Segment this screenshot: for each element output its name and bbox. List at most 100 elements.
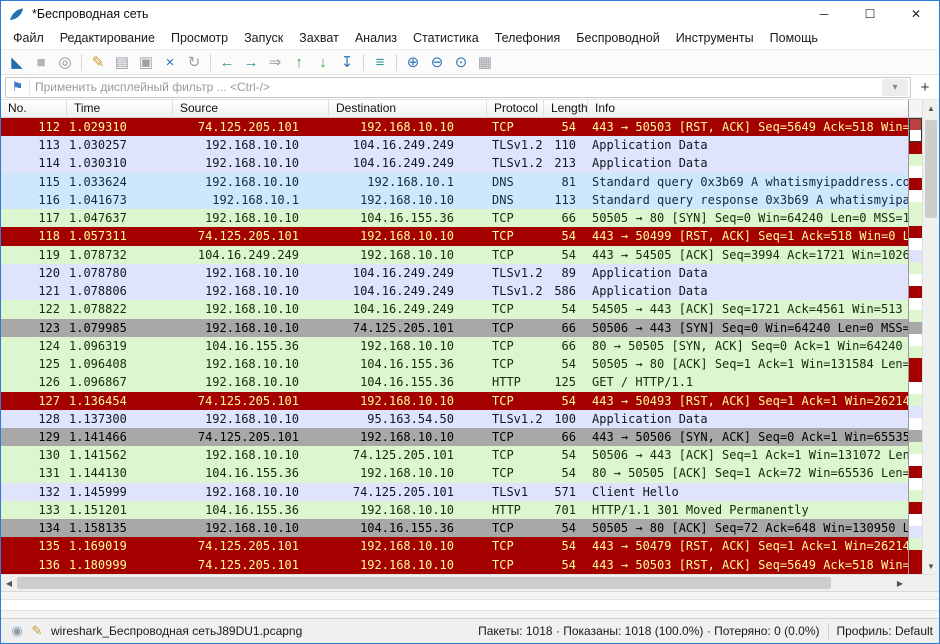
display-filter-box[interactable]: ⚑ ▾: [5, 77, 911, 98]
packet-row[interactable]: 1211.078806192.168.10.10104.16.249.249TL…: [1, 282, 908, 300]
zoom-in-icon[interactable]: ⊕: [401, 51, 425, 73]
packet-row[interactable]: 1131.030257192.168.10.10104.16.249.249TL…: [1, 136, 908, 154]
column-header-destination[interactable]: Destination: [329, 100, 487, 117]
packet-row[interactable]: 1191.078732104.16.249.249192.168.10.10TC…: [1, 246, 908, 264]
packet-row[interactable]: 1251.096408192.168.10.10104.16.155.36TCP…: [1, 355, 908, 373]
horizontal-scrollbar[interactable]: ◀ ▶: [1, 574, 908, 591]
cell-length: 125: [544, 373, 588, 391]
column-header-time[interactable]: Time: [67, 100, 173, 117]
cell-protocol: TLSv1.2: [487, 154, 544, 172]
packet-row[interactable]: 1321.145999192.168.10.1074.125.205.101TL…: [1, 483, 908, 501]
packet-row[interactable]: 1351.16901974.125.205.101192.168.10.10TC…: [1, 537, 908, 555]
colorize-icon[interactable]: ≡: [368, 51, 392, 73]
go-back-icon[interactable]: ←: [215, 51, 239, 73]
filter-expression-dropdown-icon[interactable]: ▾: [882, 79, 908, 96]
column-header-source[interactable]: Source: [173, 100, 329, 117]
cell-time: 1.158135: [67, 519, 173, 537]
capture-comment-icon[interactable]: ✎: [27, 623, 47, 639]
vertical-scroll-thumb[interactable]: [925, 120, 937, 218]
menu-item[interactable]: Анализ: [347, 29, 405, 47]
maximize-button[interactable]: ☐: [847, 1, 893, 27]
packet-row[interactable]: 1151.033624192.168.10.10192.168.10.1DNS8…: [1, 173, 908, 191]
pane-splitter[interactable]: [1, 599, 939, 611]
packet-row[interactable]: 1121.02931074.125.205.101192.168.10.10TC…: [1, 118, 908, 136]
capture-options-icon[interactable]: ◎: [53, 51, 77, 73]
add-filter-button[interactable]: +: [915, 77, 935, 97]
packet-row[interactable]: 1161.041673192.168.10.1192.168.10.10DNS1…: [1, 191, 908, 209]
go-forward-icon[interactable]: →: [239, 51, 263, 73]
packet-row[interactable]: 1171.047637192.168.10.10104.16.155.36TCP…: [1, 209, 908, 227]
column-header-length[interactable]: Length: [544, 100, 588, 117]
packet-row[interactable]: 1271.13645474.125.205.101192.168.10.10TC…: [1, 392, 908, 410]
go-to-packet-icon[interactable]: ⇒: [263, 51, 287, 73]
packet-row[interactable]: 1141.030310192.168.10.10104.16.249.249TL…: [1, 154, 908, 172]
packet-row[interactable]: 1311.144130104.16.155.36192.168.10.10TCP…: [1, 464, 908, 482]
menu-item[interactable]: Файл: [5, 29, 52, 47]
cell-time: 1.180999: [67, 556, 173, 574]
minimap-view-indicator[interactable]: [909, 118, 922, 142]
save-file-icon[interactable]: ▣: [134, 51, 158, 73]
packet-row[interactable]: 1291.14146674.125.205.101192.168.10.10TC…: [1, 428, 908, 446]
packet-row[interactable]: 1221.078822192.168.10.10104.16.249.249TC…: [1, 300, 908, 318]
packet-row[interactable]: 1341.158135192.168.10.10104.16.155.36TCP…: [1, 519, 908, 537]
packet-row[interactable]: 1201.078780192.168.10.10104.16.249.249TL…: [1, 264, 908, 282]
intelligent-scrollbar-minimap[interactable]: [908, 100, 922, 574]
toolbar-separator: [363, 54, 364, 71]
menu-item[interactable]: Инструменты: [668, 29, 762, 47]
expert-info-icon[interactable]: ◉: [7, 623, 27, 639]
menu-item[interactable]: Просмотр: [163, 29, 236, 47]
profile-selector[interactable]: Профиль: Default: [837, 624, 934, 638]
cell-destination: 192.168.10.10: [329, 337, 487, 355]
horizontal-scroll-groove[interactable]: [17, 575, 892, 591]
resize-columns-icon[interactable]: ▦: [473, 51, 497, 73]
scroll-left-icon[interactable]: ◀: [1, 575, 17, 591]
display-filter-input[interactable]: [30, 80, 882, 94]
minimap-stripes[interactable]: [909, 118, 922, 574]
cell-no: 136: [1, 556, 67, 574]
cell-info: Application Data: [588, 136, 908, 154]
packet-row[interactable]: 1181.05731174.125.205.101192.168.10.10TC…: [1, 227, 908, 245]
last-packet-icon[interactable]: ↓: [311, 51, 335, 73]
packet-row[interactable]: 1241.096319104.16.155.36192.168.10.10TCP…: [1, 337, 908, 355]
menu-item[interactable]: Захват: [291, 29, 347, 47]
packet-row[interactable]: 1281.137300192.168.10.1095.163.54.50TLSv…: [1, 410, 908, 428]
column-header-protocol[interactable]: Protocol: [487, 100, 544, 117]
packet-row[interactable]: 1301.141562192.168.10.1074.125.205.101TC…: [1, 446, 908, 464]
packet-row[interactable]: 1331.151201104.16.155.36192.168.10.10HTT…: [1, 501, 908, 519]
packet-row[interactable]: 1261.096867192.168.10.10104.16.155.36HTT…: [1, 373, 908, 391]
zoom-original-icon[interactable]: ⊙: [449, 51, 473, 73]
first-packet-icon[interactable]: ↑: [287, 51, 311, 73]
cell-time: 1.141562: [67, 446, 173, 464]
scroll-up-icon[interactable]: ▲: [923, 100, 939, 116]
close-file-icon[interactable]: ×: [158, 51, 182, 73]
cell-length: 54: [544, 556, 588, 574]
menu-item[interactable]: Запуск: [236, 29, 291, 47]
cell-info: 80 → 50505 [SYN, ACK] Seq=0 Ack=1 Win=64…: [588, 337, 908, 355]
horizontal-scroll-thumb[interactable]: [17, 577, 831, 589]
auto-scroll-icon[interactable]: ↧: [335, 51, 359, 73]
menu-item[interactable]: Телефония: [487, 29, 569, 47]
menu-item[interactable]: Беспроводной: [568, 29, 667, 47]
column-header-info[interactable]: Info: [588, 100, 908, 117]
reload-file-icon[interactable]: ↻: [182, 51, 206, 73]
start-capture-icon[interactable]: ◣: [5, 51, 29, 73]
capture-note-icon[interactable]: ✎: [86, 51, 110, 73]
filter-bookmark-icon[interactable]: ⚑: [6, 79, 30, 95]
menu-item[interactable]: Статистика: [405, 29, 487, 47]
scroll-down-icon[interactable]: ▼: [923, 558, 939, 574]
vertical-scrollbar[interactable]: ▲ ▼: [922, 100, 939, 574]
packet-row[interactable]: 1361.18099974.125.205.101192.168.10.10TC…: [1, 556, 908, 574]
column-header-no[interactable]: No.: [1, 100, 67, 117]
close-button[interactable]: ✕: [893, 1, 939, 27]
vertical-scroll-groove[interactable]: [923, 116, 939, 558]
cell-time: 1.078806: [67, 282, 173, 300]
menu-item[interactable]: Помощь: [762, 29, 826, 47]
stop-capture-icon[interactable]: ■: [29, 51, 53, 73]
packet-row[interactable]: 1231.079985192.168.10.1074.125.205.101TC…: [1, 319, 908, 337]
scroll-right-icon[interactable]: ▶: [892, 575, 908, 591]
menu-item[interactable]: Редактирование: [52, 29, 163, 47]
zoom-out-icon[interactable]: ⊖: [425, 51, 449, 73]
cell-source: 192.168.10.10: [173, 410, 329, 428]
minimize-button[interactable]: ─: [801, 1, 847, 27]
open-file-icon[interactable]: ▤: [110, 51, 134, 73]
